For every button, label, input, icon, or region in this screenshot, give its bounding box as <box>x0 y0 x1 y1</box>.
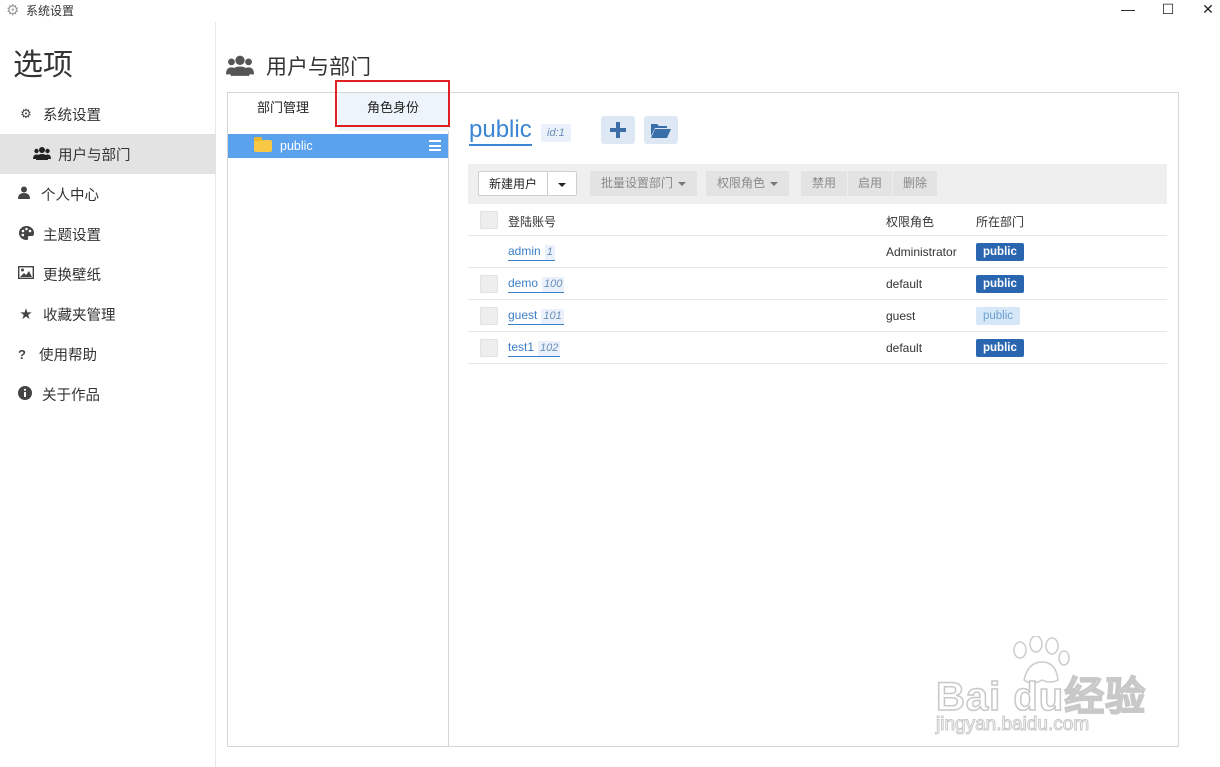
role-cell: guest <box>886 309 916 323</box>
sidebar-item-help[interactable]: ? 使用帮助 <box>0 334 216 374</box>
account-id: 100 <box>542 277 565 292</box>
row-checkbox[interactable] <box>480 307 498 325</box>
role-button[interactable]: 权限角色 <box>706 171 789 196</box>
row-checkbox[interactable] <box>480 339 498 357</box>
account-id: 1 <box>544 245 555 260</box>
tree-node-public[interactable]: public <box>228 134 448 158</box>
maximize-button[interactable]: ☐ <box>1146 0 1190 22</box>
new-user-dropdown[interactable] <box>547 171 577 196</box>
tab-roles[interactable]: 角色身份 <box>338 93 448 131</box>
gear-icon: ⚙ <box>20 106 32 121</box>
chevron-down-icon <box>678 181 686 186</box>
role-cell: Administrator <box>886 245 957 259</box>
role-cell: default <box>886 277 923 291</box>
sidebar-heading: 选项 <box>13 49 73 82</box>
enable-button[interactable]: 启用 <box>848 171 892 196</box>
column-role: 权限角色 <box>886 215 935 229</box>
table-row: demo 100 default public <box>468 268 1167 300</box>
sidebar-item-label: 使用帮助 <box>39 347 97 364</box>
title-bar: ⚙ 系统设置 — ☐ ✕ <box>0 0 1220 22</box>
disable-button[interactable]: 禁用 <box>801 171 847 196</box>
open-folder-button[interactable] <box>644 116 678 144</box>
sidebar-item-label: 系统设置 <box>43 107 101 124</box>
folder-open-icon <box>651 123 671 138</box>
new-user-button[interactable]: 新建用户 <box>478 171 548 196</box>
department-badge[interactable]: public <box>976 275 1024 293</box>
table-row: guest 101 guest public <box>468 300 1167 332</box>
plus-icon <box>610 122 626 138</box>
user-icon <box>16 186 32 202</box>
menu-icon[interactable] <box>429 140 441 151</box>
image-icon <box>17 265 35 282</box>
account-id: 101 <box>541 309 564 324</box>
department-badge[interactable]: public <box>976 243 1024 261</box>
sidebar: 选项 ⚙ 系统设置 用户与部门 个人中心 主题设置 更换壁纸 ★ 收藏夹管理 ?… <box>0 22 216 767</box>
column-account: 登陆账号 <box>508 215 557 229</box>
gear-icon: ⚙ <box>6 2 20 19</box>
sidebar-item-users-departments[interactable]: 用户与部门 <box>0 134 216 174</box>
users-icon <box>33 146 51 163</box>
sidebar-item-change-wallpaper[interactable]: 更换壁纸 <box>0 254 216 294</box>
user-toolbar: 新建用户 批量设置部门 权限角色 禁用 启用 删除 <box>468 164 1167 204</box>
chevron-down-icon <box>558 182 566 187</box>
sidebar-item-theme-settings[interactable]: 主题设置 <box>0 214 216 254</box>
sidebar-item-favorites[interactable]: ★ 收藏夹管理 <box>0 294 216 334</box>
department-badge[interactable]: public <box>976 307 1021 325</box>
table-row: admin 1 Administrator public <box>468 236 1167 268</box>
column-department: 所在部门 <box>976 215 1025 229</box>
tree-node-label: public <box>280 139 313 153</box>
account-link[interactable]: test1 102 <box>508 340 561 357</box>
palette-icon <box>18 225 34 243</box>
sidebar-item-label: 关于作品 <box>42 387 100 404</box>
table-header: 登陆账号 权限角色 所在部门 <box>468 204 1167 236</box>
info-icon <box>17 385 33 403</box>
row-checkbox[interactable] <box>480 275 498 293</box>
account-link[interactable]: demo 100 <box>508 276 565 293</box>
department-badge[interactable]: public <box>976 339 1024 357</box>
folder-icon <box>254 137 272 152</box>
sidebar-item-label: 收藏夹管理 <box>43 307 116 324</box>
sidebar-item-label: 用户与部门 <box>58 147 131 164</box>
department-name: public <box>469 117 532 146</box>
sidebar-item-about[interactable]: 关于作品 <box>0 374 216 414</box>
role-cell: default <box>886 341 923 355</box>
minimize-button[interactable]: — <box>1106 0 1150 22</box>
sidebar-item-label: 更换壁纸 <box>43 267 101 284</box>
users-icon <box>226 54 254 78</box>
sidebar-item-label: 个人中心 <box>41 187 99 204</box>
select-all-checkbox[interactable] <box>480 211 498 229</box>
main-panel: 部门管理 角色身份 public public id:1 新建用户 批量设置部门… <box>227 92 1179 747</box>
batch-set-department-button[interactable]: 批量设置部门 <box>590 171 697 196</box>
department-tree: public <box>228 131 449 746</box>
account-id: 102 <box>538 341 561 356</box>
tab-bar: 部门管理 角色身份 <box>228 93 449 131</box>
page-header: 用户与部门 <box>226 50 371 82</box>
user-table: 登陆账号 权限角色 所在部门 admin 1 Administrator publ… <box>468 204 1167 364</box>
add-department-button[interactable] <box>601 116 635 144</box>
account-link[interactable]: admin 1 <box>508 244 555 261</box>
page-title: 用户与部门 <box>266 56 371 79</box>
close-button[interactable]: ✕ <box>1186 0 1220 22</box>
table-row: test1 102 default public <box>468 332 1167 364</box>
delete-button[interactable]: 删除 <box>893 171 937 196</box>
sidebar-item-system-settings[interactable]: ⚙ 系统设置 <box>0 94 216 134</box>
sidebar-item-label: 主题设置 <box>43 227 101 244</box>
chevron-down-icon <box>770 181 778 186</box>
sidebar-item-personal-center[interactable]: 个人中心 <box>0 174 216 214</box>
account-link[interactable]: guest 101 <box>508 308 564 325</box>
tab-department-management[interactable]: 部门管理 <box>228 93 338 131</box>
window-title: 系统设置 <box>26 4 75 18</box>
question-icon: ? <box>18 346 26 362</box>
department-id: id:1 <box>541 124 571 142</box>
star-icon: ★ <box>19 306 33 323</box>
